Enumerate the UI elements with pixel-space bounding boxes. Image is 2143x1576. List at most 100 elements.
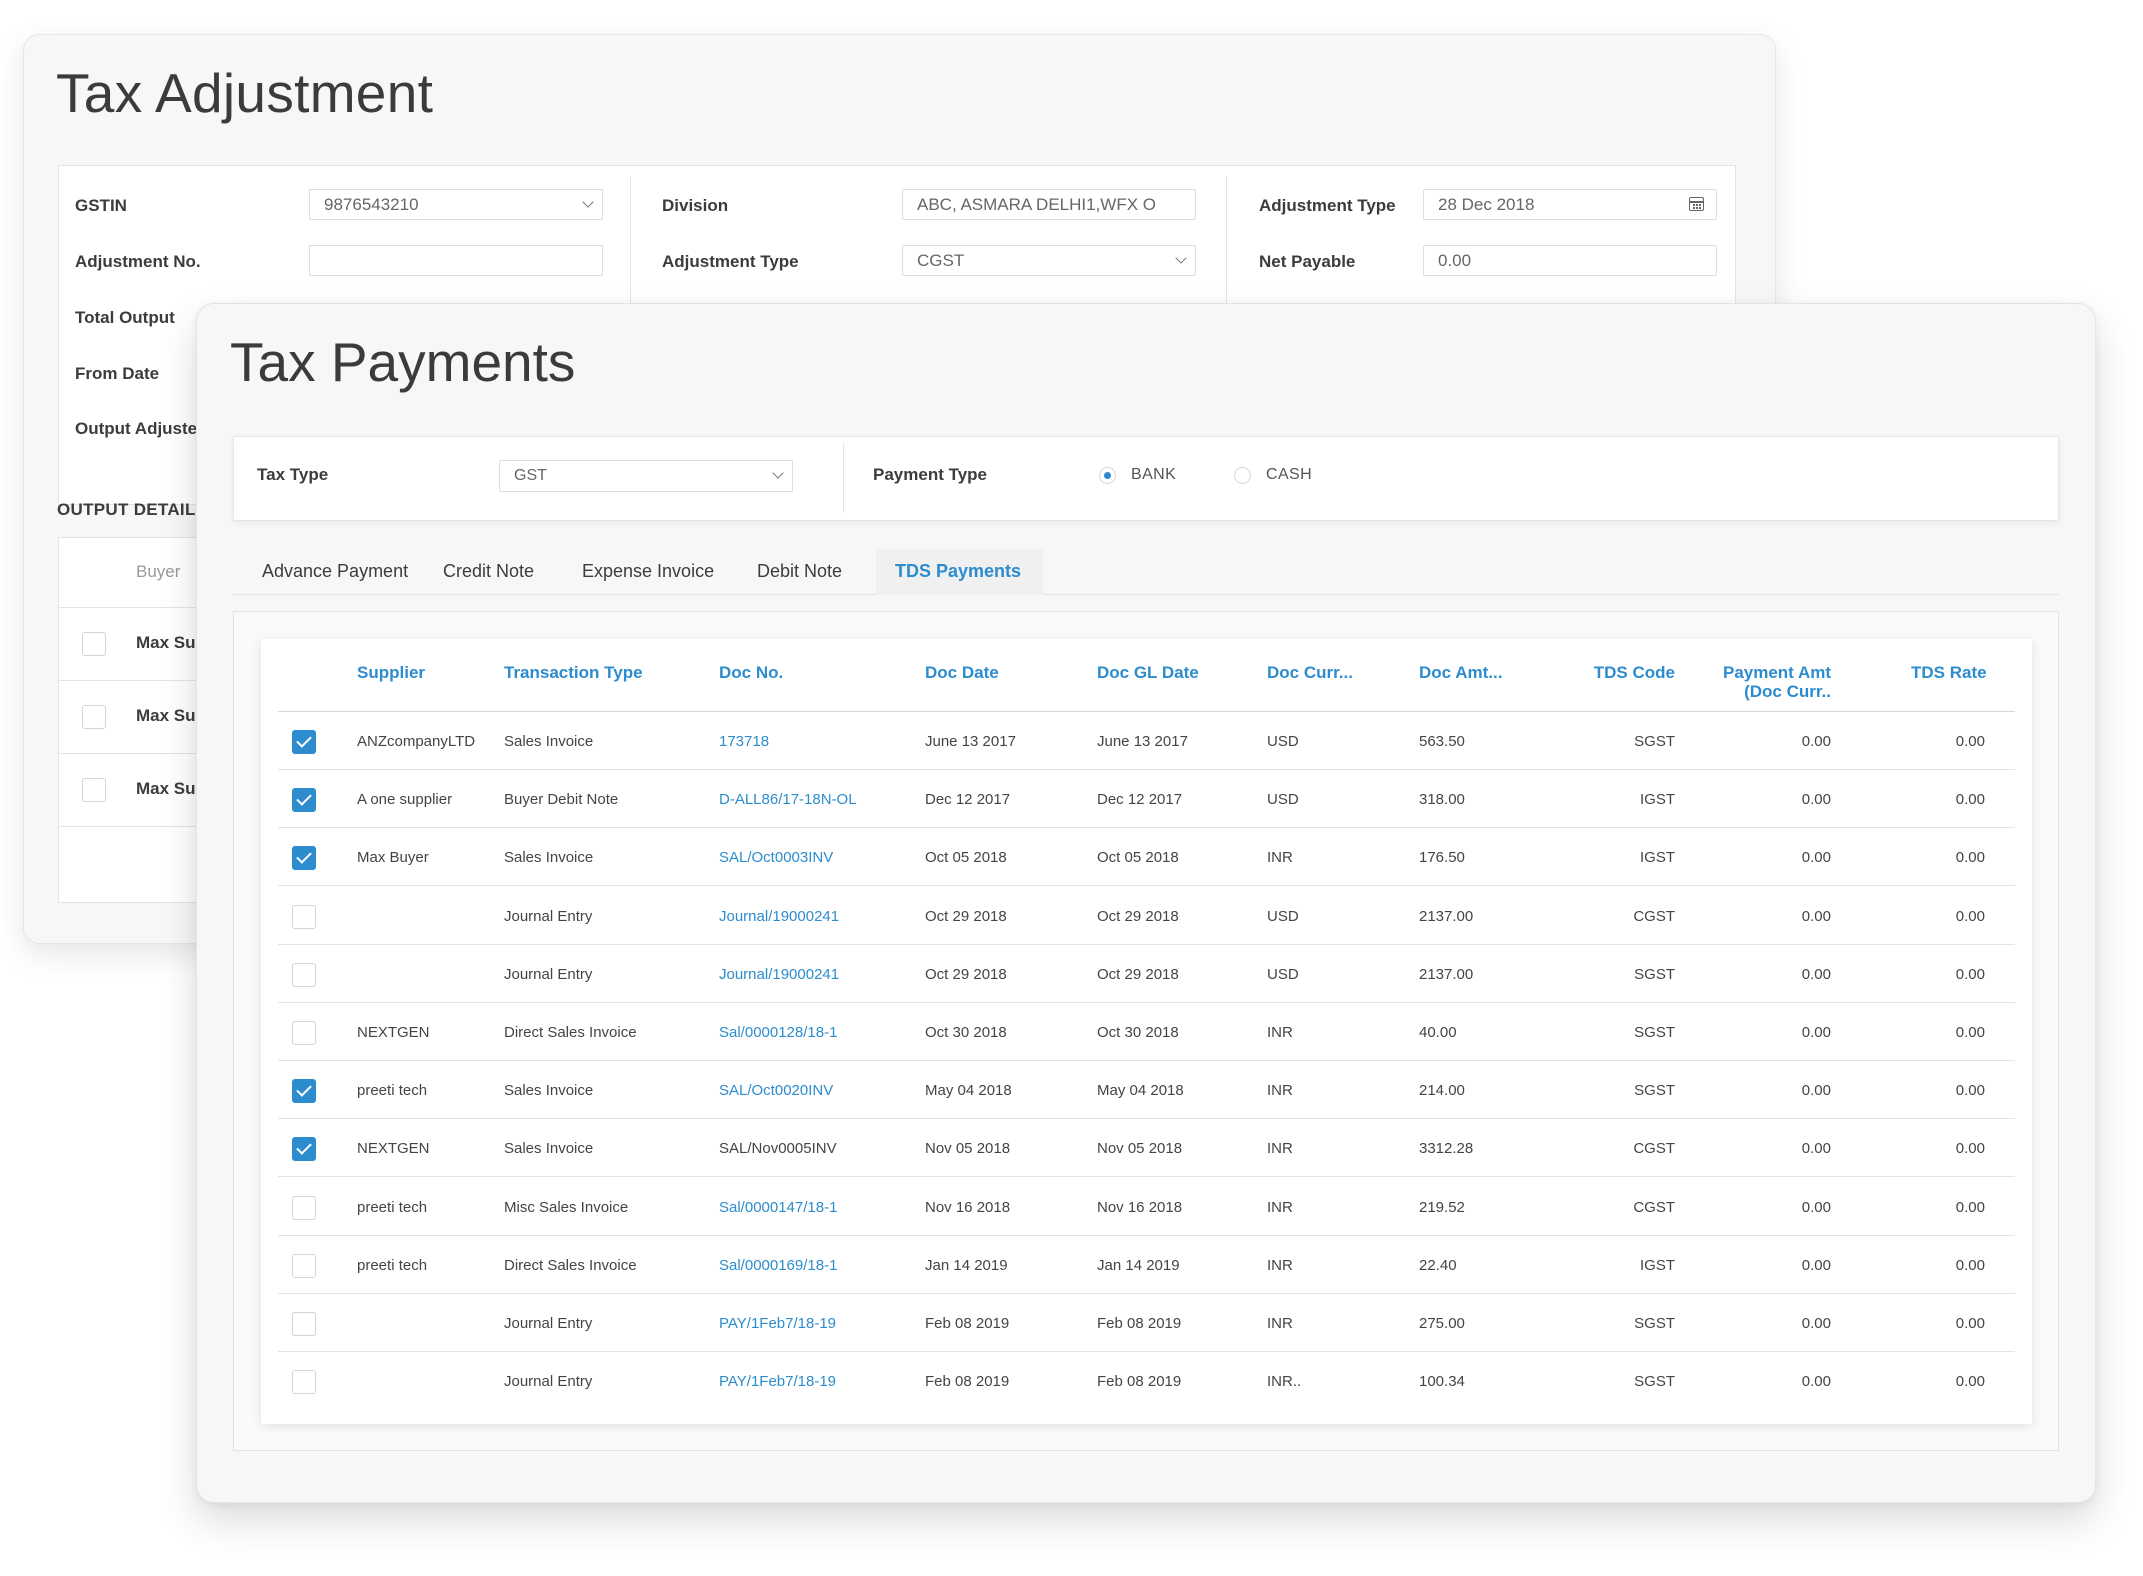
cell-doc-currency: INR bbox=[1267, 849, 1293, 867]
output-adjustment-label: Output Adjuste bbox=[75, 419, 198, 438]
row-checkbox[interactable] bbox=[292, 1370, 316, 1395]
table-row[interactable]: preeti tech Misc Sales Invoice Sal/0000147… bbox=[278, 1178, 2015, 1236]
row-checkbox[interactable] bbox=[292, 904, 316, 929]
cell-doc-no[interactable]: 173718 bbox=[719, 733, 769, 750]
row-checkbox[interactable] bbox=[292, 846, 316, 871]
cell-doc-no[interactable]: Journal/19000241 bbox=[719, 908, 839, 925]
tax-type-select[interactable]: GST bbox=[499, 460, 793, 492]
col-doc-no[interactable]: Doc No. bbox=[719, 663, 783, 682]
table-row[interactable]: ANZcompanyLTD Sales Invoice 173718 June 13 … bbox=[278, 712, 2015, 770]
cell-payment-amt: 0.00 bbox=[1801, 1315, 1831, 1332]
cell-doc-no[interactable]: Journal/19000241 bbox=[719, 966, 839, 983]
table-row[interactable]: Journal Entry PAY/1Feb7/18-19 Feb 08 2019 F… bbox=[278, 1294, 2015, 1352]
cell-doc-currency: USD bbox=[1267, 907, 1299, 925]
row-checkbox[interactable] bbox=[292, 1137, 316, 1162]
cell-supplier: Max Buyer bbox=[357, 849, 429, 867]
adjustment-no-input[interactable] bbox=[309, 245, 603, 276]
table-row[interactable]: preeti tech Sales Invoice SAL/Oct0020INV Ma… bbox=[278, 1061, 2015, 1120]
cell-doc-date: June 13 2017 bbox=[925, 733, 1016, 750]
table-row[interactable]: preeti tech Direct Sales Invoice Sal/00001… bbox=[278, 1236, 2015, 1294]
row-checkbox[interactable] bbox=[292, 788, 316, 813]
tab-advance-payment[interactable]: Advance Payment bbox=[262, 561, 408, 582]
col-doc-currency[interactable]: Doc Curr... bbox=[1267, 663, 1353, 682]
col-payment-amt-line1: Payment Amt bbox=[1722, 663, 1831, 682]
col-doc-gl-date[interactable]: Doc GL Date bbox=[1097, 663, 1199, 682]
col-doc-date[interactable]: Doc Date bbox=[925, 663, 999, 682]
division-input[interactable]: ABC, ASMARA DELHI1,WFX O bbox=[902, 189, 1196, 220]
col-tds-rate[interactable]: TDS Rate bbox=[1911, 663, 1987, 682]
bank-radio[interactable] bbox=[1099, 467, 1116, 484]
adjustment-type-select[interactable]: CGST bbox=[902, 245, 1196, 276]
tab-tds-payments[interactable]: TDS Payments bbox=[895, 561, 1021, 582]
chevron-down-icon bbox=[772, 467, 784, 479]
adjustment-date-input[interactable]: 28 Dec 2018 bbox=[1423, 189, 1717, 220]
cell-doc-no[interactable]: Sal/0000169/18-1 bbox=[719, 1257, 837, 1274]
cell-payment-amt: 0.00 bbox=[1801, 907, 1831, 925]
calendar-icon[interactable] bbox=[1689, 197, 1704, 211]
page-title: Tax Payments bbox=[230, 331, 576, 393]
row-checkbox[interactable] bbox=[292, 1312, 316, 1336]
row-checkbox[interactable] bbox=[82, 632, 106, 656]
row-checkbox[interactable] bbox=[292, 962, 316, 987]
col-tds-code[interactable]: TDS Code bbox=[1561, 663, 1675, 682]
cell-doc-no[interactable]: Sal/0000128/18-1 bbox=[719, 1024, 837, 1041]
table-row[interactable]: NEXTGEN Sales Invoice SAL/Nov0005INV Nov 05… bbox=[278, 1119, 2015, 1178]
row-checkbox[interactable] bbox=[292, 1253, 316, 1278]
cell-doc-date: Oct 29 2018 bbox=[925, 907, 1007, 925]
cell-supplier: preeti tech bbox=[357, 1198, 428, 1216]
tab-debit-note[interactable]: Debit Note bbox=[757, 561, 842, 582]
cell-transaction-type: Sales Invoice bbox=[504, 733, 594, 750]
cell-tds-code: SGST bbox=[1634, 1024, 1675, 1041]
table-row[interactable]: A one supplier Buyer Debit Note D-ALL86/17… bbox=[278, 770, 2015, 829]
table-row[interactable]: Max Buyer Sales Invoice SAL/Oct0003INV Oct … bbox=[278, 828, 2015, 887]
cell-doc-amount: 40.00 bbox=[1419, 1024, 1457, 1041]
cell-doc-gl-date: Feb 08 2019 bbox=[1097, 1315, 1182, 1332]
row-checkbox[interactable] bbox=[292, 730, 316, 754]
table-row[interactable]: NEXTGEN Direct Sales Invoice Sal/0000128/1… bbox=[278, 1003, 2015, 1061]
row-checkbox[interactable] bbox=[292, 1021, 316, 1045]
row-checkbox[interactable] bbox=[82, 778, 106, 802]
net-payable-input[interactable]: 0.00 bbox=[1423, 245, 1717, 276]
row-checkbox[interactable] bbox=[292, 1079, 316, 1104]
page-title: Tax Adjustment bbox=[56, 62, 434, 124]
cell-doc-no[interactable]: PAY/1Feb7/18-19 bbox=[719, 1373, 836, 1390]
table-row[interactable]: Journal Entry Journal/19000241 Oct 29 2018… bbox=[278, 887, 2015, 945]
col-payment-amt[interactable]: Payment Amt (Doc Curr.. bbox=[1721, 663, 1831, 701]
row-checkbox[interactable] bbox=[292, 1195, 316, 1220]
cell-doc-amount: 214.00 bbox=[1419, 1082, 1465, 1100]
cell-doc-currency: INR bbox=[1267, 1082, 1293, 1100]
cell-transaction-type: Buyer Debit Note bbox=[504, 791, 619, 809]
tab-credit-note[interactable]: Credit Note bbox=[443, 561, 534, 582]
row-checkbox[interactable] bbox=[82, 705, 106, 729]
cell-doc-date: May 04 2018 bbox=[925, 1082, 1012, 1100]
col-doc-amount[interactable]: Doc Amt... bbox=[1419, 663, 1502, 682]
gstin-select[interactable]: 9876543210 bbox=[309, 189, 603, 220]
cell-doc-no[interactable]: D-ALL86/17-18N-OL bbox=[719, 791, 857, 808]
cell-tds-rate: 0.00 bbox=[1955, 1024, 1985, 1041]
table-row[interactable]: Journal Entry Journal/19000241 Oct 29 2018… bbox=[278, 945, 2015, 1003]
cell-doc-no[interactable]: SAL/Oct0020INV bbox=[719, 1082, 833, 1099]
cell-doc-gl-date: Dec 12 2017 bbox=[1097, 791, 1183, 809]
output-details-heading: OUTPUT DETAILS bbox=[57, 500, 208, 519]
cell-doc-no[interactable]: PAY/1Feb7/18-19 bbox=[719, 1315, 836, 1332]
cell-transaction-type: Direct Sales Invoice bbox=[504, 1024, 637, 1041]
cell-tds-rate: 0.00 bbox=[1955, 1373, 1985, 1391]
col-supplier[interactable]: Supplier bbox=[357, 663, 425, 682]
cell-tds-code: CGST bbox=[1633, 907, 1675, 925]
cash-radio[interactable] bbox=[1234, 467, 1251, 484]
cell-doc-date: Oct 29 2018 bbox=[925, 965, 1007, 983]
cell-transaction-type: Journal Entry bbox=[504, 907, 593, 925]
cell-doc-no[interactable]: Sal/0000147/18-1 bbox=[719, 1199, 837, 1216]
tab-expense-invoice[interactable]: Expense Invoice bbox=[582, 561, 714, 582]
cell-tds-rate: 0.00 bbox=[1955, 849, 1985, 867]
table-row[interactable]: Journal Entry PAY/1Feb7/18-19 Feb 08 2019 F… bbox=[278, 1352, 2015, 1410]
from-date-label: From Date bbox=[75, 364, 160, 383]
cell-doc-currency: INR bbox=[1267, 1198, 1293, 1216]
adjustment-date-value: 28 Dec 2018 bbox=[1438, 195, 1535, 214]
buyer-column-header: Buyer bbox=[136, 562, 181, 581]
cell-doc-currency: INR bbox=[1267, 1315, 1293, 1332]
cell-doc-amount: 563.50 bbox=[1419, 733, 1465, 750]
cell-doc-currency: INR bbox=[1267, 1024, 1293, 1041]
col-transaction-type[interactable]: Transaction Type bbox=[504, 663, 643, 682]
cell-doc-no[interactable]: SAL/Oct0003INV bbox=[719, 849, 833, 866]
